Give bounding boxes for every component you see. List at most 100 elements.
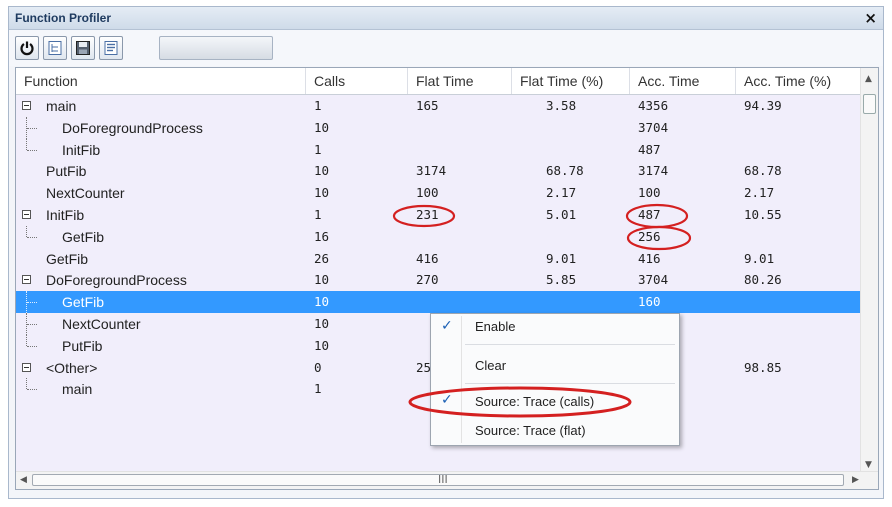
tree-connector — [26, 116, 37, 139]
cell-flat: 416 — [416, 250, 439, 266]
power-button[interactable] — [15, 36, 39, 60]
collapse-icon[interactable] — [22, 362, 31, 372]
collapse-icon[interactable] — [22, 101, 31, 110]
cell-acc: 487 — [638, 141, 661, 157]
cell-calls: 10 — [314, 316, 330, 331]
cell-flat: 270 — [416, 272, 439, 288]
cell-acc-pct: 9.01 — [744, 250, 775, 266]
toolbar-empty-field[interactable] — [159, 36, 273, 60]
cell-flat: 25 — [416, 359, 432, 375]
table-row[interactable]: InitFib 1 487 — [16, 138, 862, 161]
list-view-button[interactable] — [99, 36, 123, 60]
scroll-down-icon[interactable]: ▼ — [865, 460, 872, 470]
cell-acc-pct: 10.55 — [744, 207, 782, 222]
window-title: Function Profiler — [15, 11, 111, 25]
cell-calls: 10 — [314, 272, 330, 288]
cell-acc: 3174 — [638, 163, 669, 179]
menu-separator — [465, 383, 675, 384]
cell-flat-pct: 5.01 — [546, 207, 577, 222]
cell-calls: 1 — [314, 207, 322, 222]
collapse-icon[interactable] — [22, 210, 31, 219]
function-name: DoForegroundProcess — [46, 272, 187, 289]
table-row[interactable]: InitFib 1 231 5.01 487 10.55 — [16, 204, 862, 226]
column-header-acc-time[interactable]: Acc. Time — [630, 68, 736, 94]
horizontal-scroll-thumb[interactable]: III — [32, 473, 844, 486]
table-row[interactable]: PutFib 10 3174 68.78 3174 68.78 — [16, 160, 862, 182]
scroll-right-icon[interactable]: ▶ — [852, 475, 859, 485]
table-row[interactable]: NextCounter 10 100 2.17 100 2.17 — [16, 182, 862, 204]
table-row-selected[interactable]: GetFib 10 160 — [16, 291, 862, 314]
scroll-up-icon[interactable]: ▲ — [865, 74, 872, 84]
cell-calls: 10 — [314, 163, 330, 179]
cell-flat: 3174 — [416, 163, 447, 179]
column-header-flat-time[interactable]: Flat Time — [408, 68, 512, 94]
menu-item-source-trace-calls[interactable]: Source: Trace (calls) — [475, 394, 594, 409]
column-header-flat-time-pct[interactable]: Flat Time (%) — [512, 68, 630, 94]
vertical-scroll-thumb[interactable] — [863, 94, 876, 114]
save-icon — [76, 41, 90, 55]
table-row[interactable]: GetFib 26 416 9.01 416 9.01 — [16, 248, 862, 270]
cell-flat: 100 — [416, 185, 439, 201]
menu-gutter — [461, 316, 462, 443]
tree-connector — [26, 225, 37, 238]
menu-item-enable[interactable]: Enable — [475, 319, 515, 334]
tree-icon — [48, 41, 62, 55]
table-row[interactable]: DoForegroundProcess 10 270 5.85 3704 80.26 — [16, 269, 862, 291]
collapse-icon[interactable] — [22, 275, 31, 285]
cell-acc-pct: 68.78 — [744, 163, 782, 179]
cell-flat-pct: 2.17 — [546, 185, 577, 201]
function-name: main — [46, 98, 77, 114]
tree-connector — [26, 138, 37, 151]
context-menu: ✓ Enable Clear ✓ Source: Trace (calls) S… — [430, 313, 680, 446]
cell-calls: 10 — [314, 337, 330, 353]
list-icon — [104, 41, 118, 55]
cell-acc: 160 — [638, 294, 661, 310]
power-icon — [20, 41, 34, 56]
cell-calls: 0 — [314, 359, 322, 375]
cell-flat-pct: 3.58 — [546, 98, 577, 113]
cell-calls: 1 — [314, 141, 322, 157]
cell-acc-pct: 80.26 — [744, 272, 782, 288]
cell-acc-pct: 2.17 — [744, 185, 775, 201]
cell-acc-pct: 98.85 — [744, 359, 782, 375]
tree-connector — [26, 334, 37, 347]
vertical-scrollbar[interactable]: ▲ ▼ — [860, 68, 878, 474]
tree-view-button[interactable] — [43, 36, 67, 60]
cell-flat: 231 — [416, 207, 439, 222]
tree-connector — [26, 291, 37, 314]
function-name: PutFib — [46, 163, 87, 180]
table-row[interactable]: GetFib 16 256 — [16, 225, 862, 248]
function-name: GetFib — [62, 228, 105, 245]
function-name: GetFib — [62, 294, 105, 311]
table-row[interactable]: DoForegroundProcess 10 3704 — [16, 116, 862, 139]
cell-acc: 3704 — [638, 119, 669, 135]
cell-flat-pct: 68.78 — [546, 163, 584, 179]
scroll-left-icon[interactable]: ◀ — [20, 475, 27, 485]
menu-item-clear[interactable]: Clear — [475, 358, 506, 373]
cell-calls: 1 — [314, 381, 322, 397]
menu-item-source-trace-flat[interactable]: Source: Trace (flat) — [475, 423, 586, 438]
cell-flat: 165 — [416, 98, 439, 113]
column-header-calls[interactable]: Calls — [306, 68, 408, 94]
scroll-grip-icon: III — [438, 473, 448, 486]
column-header-acc-time-pct[interactable]: Acc. Time (%) — [736, 68, 862, 94]
function-name: <Other> — [46, 359, 98, 376]
function-name: PutFib — [62, 337, 103, 354]
save-button[interactable] — [71, 36, 95, 60]
check-icon: ✓ — [441, 392, 453, 408]
close-icon[interactable]: × — [864, 9, 877, 27]
cell-acc: 487 — [638, 207, 661, 222]
table-row[interactable]: main 1 165 3.58 4356 94.39 — [16, 95, 862, 117]
function-name: DoForegroundProcess — [62, 119, 203, 136]
title-bar: Function Profiler × — [9, 7, 883, 30]
cell-calls: 16 — [314, 228, 330, 244]
function-name: NextCounter — [46, 185, 125, 202]
grid-header: Function Calls Flat Time Flat Time (%) A… — [16, 68, 862, 95]
cell-calls: 10 — [314, 119, 330, 135]
column-header-function[interactable]: Function — [16, 68, 306, 94]
cell-acc: 100 — [638, 185, 661, 201]
tree-connector — [26, 378, 37, 391]
cell-calls: 10 — [314, 185, 330, 201]
horizontal-scrollbar[interactable]: ◀ III ▶ — [16, 471, 878, 489]
cell-calls: 26 — [314, 250, 330, 266]
